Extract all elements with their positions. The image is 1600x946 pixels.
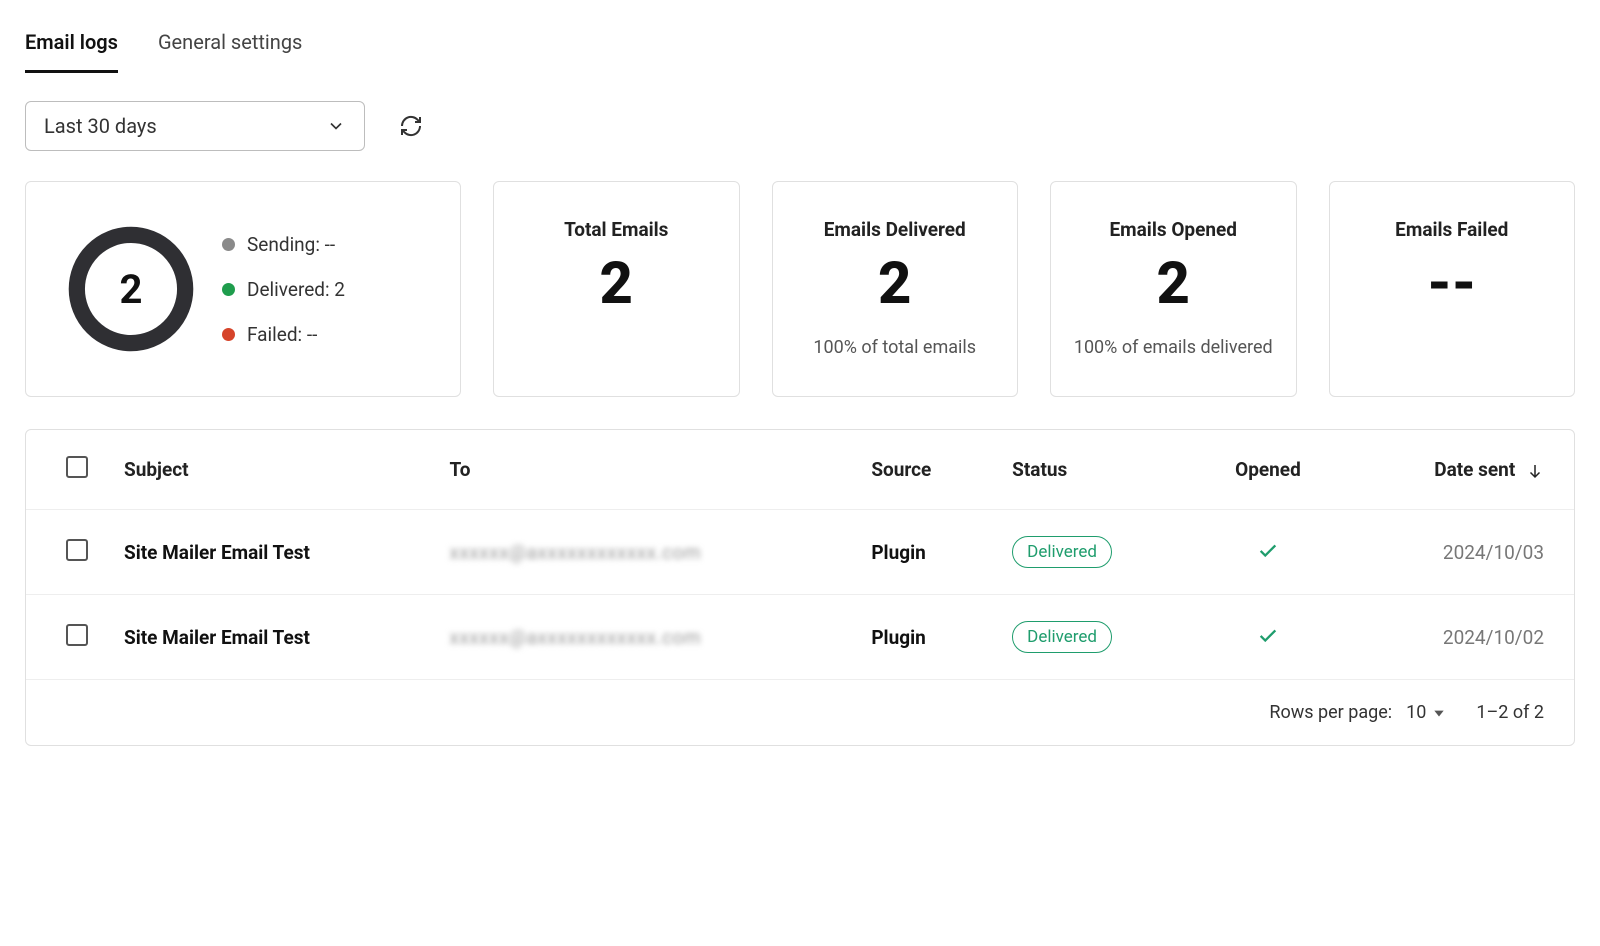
delivered-title: Emails Delivered [824,218,966,241]
tab-email-logs[interactable]: Email logs [25,20,118,73]
rows-per-page-label: Rows per page: [1269,702,1392,723]
legend-sending-label: Sending: -- [247,233,335,256]
row-to: xxxxxx@axxxxxxxxxxxx.com [450,626,702,649]
sort-desc-icon [1526,462,1544,480]
row-source: Plugin [853,595,994,680]
delivered-card: Emails Delivered 2 100% of total emails [772,181,1019,397]
row-source: Plugin [853,510,994,595]
table-header-row: Subject To Source Status Opened Date sen… [26,430,1574,510]
delivered-sub: 100% of total emails [813,335,976,361]
pagination-range: 1–2 of 2 [1476,702,1544,723]
delivered-value: 2 [878,255,911,313]
summary-card: 2 Sending: -- Delivered: 2 Failed: -- [25,181,461,397]
col-to[interactable]: To [432,430,854,510]
tabs: Email logs General settings [25,20,1575,73]
legend-delivered-label: Delivered: 2 [247,278,345,301]
failed-value: -- [1427,255,1476,313]
failed-title: Emails Failed [1395,218,1508,241]
col-subject[interactable]: Subject [106,430,432,510]
table-row[interactable]: Site Mailer Email Test xxxxxx@axxxxxxxxx… [26,510,1574,595]
dot-icon [222,328,235,341]
summary-total: 2 [66,224,196,354]
status-badge: Delivered [1012,536,1112,568]
opened-card: Emails Opened 2 100% of emails delivered [1050,181,1297,397]
total-emails-card: Total Emails 2 [493,181,740,397]
summary-donut: 2 [66,224,196,354]
row-checkbox[interactable] [66,539,88,561]
refresh-button[interactable] [395,110,427,142]
opened-sub: 100% of emails delivered [1074,335,1273,361]
legend-delivered: Delivered: 2 [222,278,345,301]
total-emails-title: Total Emails [564,218,668,241]
dropdown-triangle-icon [1432,706,1446,720]
check-icon [1257,539,1279,561]
summary-legend: Sending: -- Delivered: 2 Failed: -- [222,233,345,346]
check-icon [1257,624,1279,646]
select-all-checkbox[interactable] [66,456,88,478]
legend-failed-label: Failed: -- [247,323,317,346]
stats-row: 2 Sending: -- Delivered: 2 Failed: -- To… [25,181,1575,397]
row-subject: Site Mailer Email Test [106,595,432,680]
rows-per-page-select[interactable]: 10 [1406,702,1446,723]
legend-sending: Sending: -- [222,233,345,256]
col-source[interactable]: Source [853,430,994,510]
table-row[interactable]: Site Mailer Email Test xxxxxx@axxxxxxxxx… [26,595,1574,680]
row-date: 2024/10/03 [1343,510,1575,595]
date-range-select[interactable]: Last 30 days [25,101,365,151]
tab-general-settings[interactable]: General settings [158,20,302,73]
legend-failed: Failed: -- [222,323,345,346]
failed-card: Emails Failed -- [1329,181,1576,397]
col-status[interactable]: Status [994,430,1193,510]
email-log-table: Subject To Source Status Opened Date sen… [25,429,1575,746]
dot-icon [222,283,235,296]
col-opened[interactable]: Opened [1193,430,1342,510]
col-date-sent-label: Date sent [1434,458,1515,481]
row-subject: Site Mailer Email Test [106,510,432,595]
chevron-down-icon [326,116,346,136]
row-checkbox[interactable] [66,624,88,646]
date-range-value: Last 30 days [44,114,157,138]
total-emails-value: 2 [600,255,633,313]
col-date-sent[interactable]: Date sent [1343,430,1575,510]
refresh-icon [399,114,423,138]
row-to: xxxxxx@axxxxxxxxxxxx.com [450,541,702,564]
pagination: Rows per page: 10 1–2 of 2 [26,680,1574,745]
opened-title: Emails Opened [1109,218,1237,241]
dot-icon [222,238,235,251]
filter-row: Last 30 days [25,101,1575,151]
row-date: 2024/10/02 [1343,595,1575,680]
rows-per-page-value: 10 [1406,702,1426,723]
status-badge: Delivered [1012,621,1112,653]
opened-value: 2 [1157,255,1190,313]
rows-per-page: Rows per page: 10 [1269,702,1446,723]
